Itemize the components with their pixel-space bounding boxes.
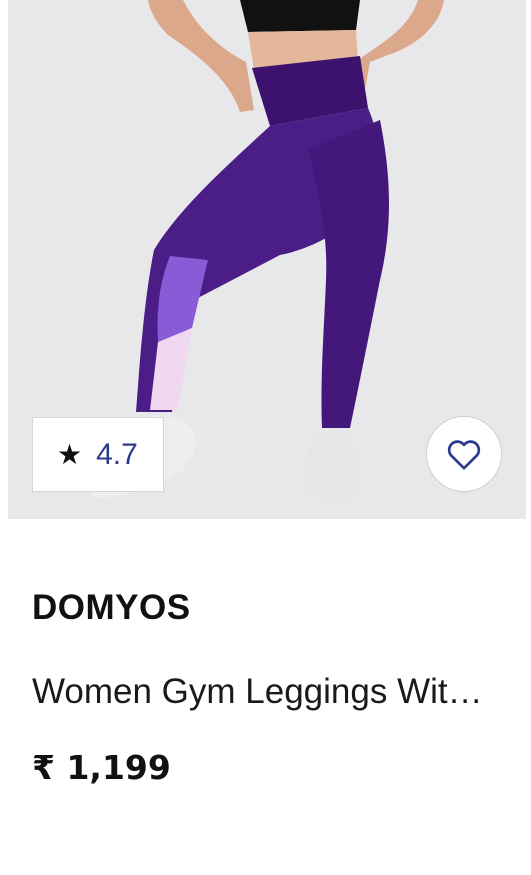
rating-badge: ★ 4.7 (32, 417, 164, 492)
product-price: ₹ 1,199 (32, 748, 171, 787)
wishlist-button[interactable] (426, 416, 502, 492)
brand-name: DOMYOS (32, 588, 191, 627)
product-title[interactable]: Women Gym Leggings With Pockets (32, 672, 502, 712)
product-card[interactable]: ★ 4.7 DOMYOS Women Gym Leggings With Poc… (0, 0, 531, 875)
rating-value: 4.7 (96, 437, 138, 471)
heart-outline-icon (447, 440, 481, 470)
star-icon: ★ (57, 437, 83, 471)
